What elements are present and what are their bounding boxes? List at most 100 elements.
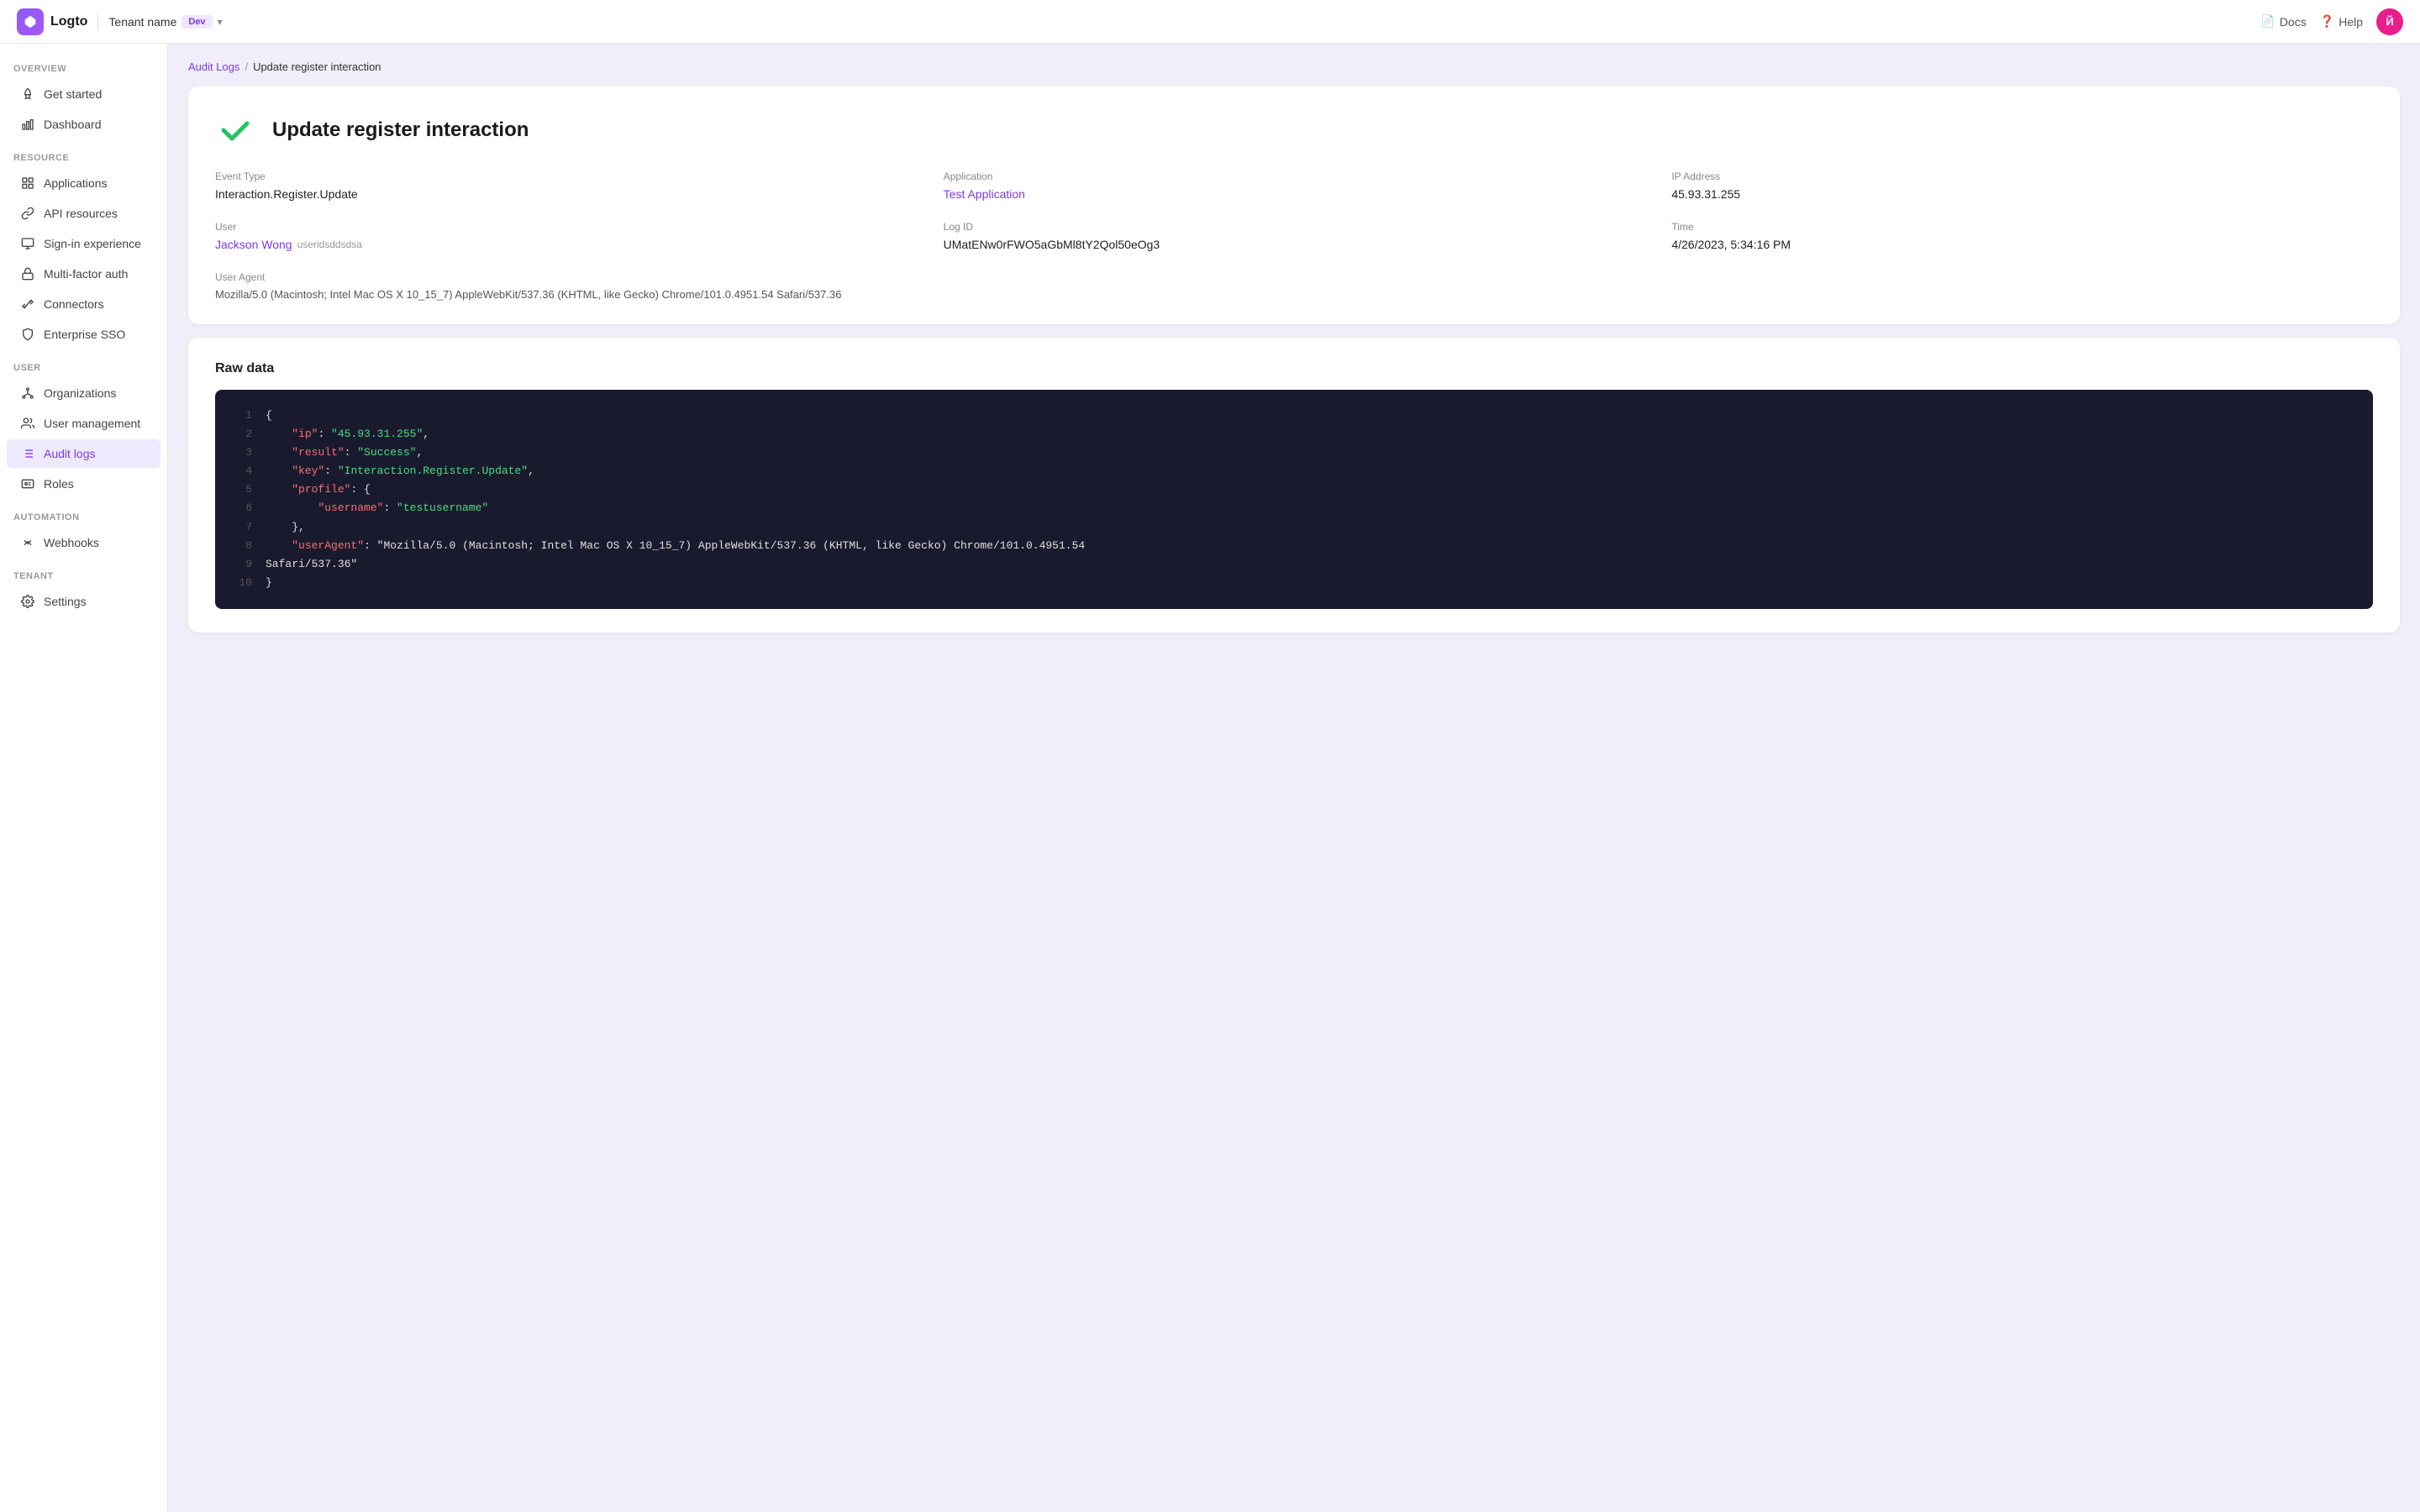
time-value: 4/26/2023, 5:34:16 PM [1671, 238, 2373, 251]
raw-data-title: Raw data [215, 361, 2373, 376]
logo-text: Logto [50, 14, 87, 29]
event-type-field: Event type Interaction.Register.Update [215, 171, 917, 201]
line-number: 8 [235, 537, 252, 555]
line-content: "profile": { [266, 480, 371, 499]
main-content: Audit Logs / Update register interaction… [168, 44, 2420, 1512]
sidebar-item-webhooks[interactable]: Webhooks [7, 528, 160, 557]
sidebar-item-label: Settings [44, 595, 147, 608]
docs-icon: 📄 [2260, 14, 2275, 29]
help-icon: ❓ [2320, 14, 2334, 29]
sidebar-item-user-management[interactable]: User management [7, 409, 160, 438]
sidebar-item-audit-logs[interactable]: Audit logs [7, 439, 160, 468]
sidebar-item-api-resources[interactable]: API resources [7, 199, 160, 228]
layout: OVERVIEW Get started Dashboard RESOURCE … [0, 44, 2420, 1512]
sidebar-item-label: Multi-factor auth [44, 267, 147, 281]
sidebar-item-sign-in-experience[interactable]: Sign-in experience [7, 229, 160, 258]
detail-card: Update register interaction Event type I… [188, 87, 2400, 324]
sidebar-item-applications[interactable]: Applications [7, 169, 160, 197]
event-type-value: Interaction.Register.Update [215, 187, 917, 201]
sidebar-item-label: User management [44, 417, 147, 430]
id-card-icon [20, 476, 35, 491]
grid-icon [20, 176, 35, 191]
application-label: Application [944, 171, 1645, 182]
code-line: 8 "userAgent": "Mozilla/5.0 (Macintosh; … [235, 537, 2353, 555]
application-field: Application Test Application [944, 171, 1645, 201]
topbar-right: 📄 Docs ❓ Help Й [2260, 8, 2403, 35]
sidebar-item-label: Applications [44, 176, 147, 190]
line-number: 1 [235, 407, 252, 425]
sidebar-item-label: Connectors [44, 297, 147, 311]
lock-icon [20, 266, 35, 281]
sidebar-item-get-started[interactable]: Get started [7, 80, 160, 108]
detail-header: Update register interaction [215, 110, 2373, 150]
sidebar-item-multi-factor-auth[interactable]: Multi-factor auth [7, 260, 160, 288]
raw-data-card: Raw data 1{2 "ip": "45.93.31.255",3 "res… [188, 338, 2400, 633]
line-number: 10 [235, 574, 252, 592]
line-content: "result": "Success", [266, 444, 423, 462]
line-content: "ip": "45.93.31.255", [266, 425, 429, 444]
tenant-selector[interactable]: Tenant name Dev ▾ [108, 15, 222, 29]
user-agent-label: User agent [215, 271, 2373, 283]
user-id: useridsddsdsa [297, 239, 362, 250]
users-icon [20, 416, 35, 431]
user-avatar[interactable]: Й [2376, 8, 2403, 35]
sidebar-item-enterprise-sso[interactable]: Enterprise SSO [7, 320, 160, 349]
ip-address-field: IP address 45.93.31.255 [1671, 171, 2373, 201]
application-value[interactable]: Test Application [944, 187, 1645, 201]
line-content: "key": "Interaction.Register.Update", [266, 462, 534, 480]
code-line: 5 "profile": { [235, 480, 2353, 499]
sidebar: OVERVIEW Get started Dashboard RESOURCE … [0, 44, 168, 1512]
line-content: { [266, 407, 272, 425]
user-agent-field: User agent Mozilla/5.0 (Macintosh; Intel… [215, 271, 2373, 301]
sidebar-item-label: Roles [44, 477, 147, 491]
code-line: 10} [235, 574, 2353, 592]
line-content: "username": "testusername" [266, 499, 488, 517]
breadcrumb-current: Update register interaction [253, 60, 381, 73]
code-line: 4 "key": "Interaction.Register.Update", [235, 462, 2353, 480]
sidebar-item-organizations[interactable]: Organizations [7, 379, 160, 407]
docs-button[interactable]: 📄 Docs [2260, 14, 2306, 29]
ip-address-value: 45.93.31.255 [1671, 187, 2373, 201]
monitor-icon [20, 236, 35, 251]
user-field: User Jackson Wong useridsddsdsa [215, 221, 917, 251]
sidebar-item-dashboard[interactable]: Dashboard [7, 110, 160, 139]
code-line: 7 }, [235, 518, 2353, 537]
code-block: 1{2 "ip": "45.93.31.255",3 "result": "Su… [215, 390, 2373, 609]
line-number: 9 [235, 555, 252, 574]
sidebar-item-label: Enterprise SSO [44, 328, 147, 341]
detail-grid: Event type Interaction.Register.Update A… [215, 171, 2373, 301]
sidebar-section-user: USER [0, 349, 167, 378]
line-number: 2 [235, 425, 252, 444]
code-line: 9 Safari/537.36" [235, 555, 2353, 574]
tenant-badge: Dev [182, 15, 212, 29]
sidebar-item-label: API resources [44, 207, 147, 220]
org-icon [20, 386, 35, 401]
rocket-icon [20, 87, 35, 102]
sidebar-item-label: Sign-in experience [44, 237, 147, 250]
sidebar-item-settings[interactable]: Settings [7, 587, 160, 616]
time-field: Time 4/26/2023, 5:34:16 PM [1671, 221, 2373, 251]
sidebar-item-connectors[interactable]: Connectors [7, 290, 160, 318]
user-label: User [215, 221, 917, 233]
plug-icon [20, 297, 35, 312]
line-number: 5 [235, 480, 252, 499]
breadcrumb-parent-link[interactable]: Audit Logs [188, 60, 239, 73]
sidebar-section-overview: OVERVIEW [0, 50, 167, 79]
line-number: 4 [235, 462, 252, 480]
code-line: 1{ [235, 407, 2353, 425]
line-content: }, [266, 518, 305, 537]
breadcrumb: Audit Logs / Update register interaction [188, 60, 2400, 73]
shield-icon [20, 327, 35, 342]
link-icon [20, 206, 35, 221]
logo-area: Logto [17, 8, 87, 35]
user-name[interactable]: Jackson Wong [215, 238, 292, 251]
sidebar-item-roles[interactable]: Roles [7, 470, 160, 498]
ip-address-label: IP address [1671, 171, 2373, 182]
event-type-label: Event type [215, 171, 917, 182]
help-button[interactable]: ❓ Help [2320, 14, 2363, 29]
breadcrumb-separator: / [245, 60, 248, 73]
line-content: Safari/537.36" [266, 555, 357, 574]
topbar: Logto Tenant name Dev ▾ 📄 Docs ❓ Help Й [0, 0, 2420, 44]
line-number: 6 [235, 499, 252, 517]
sidebar-section-automation: AUTOMATION [0, 499, 167, 528]
